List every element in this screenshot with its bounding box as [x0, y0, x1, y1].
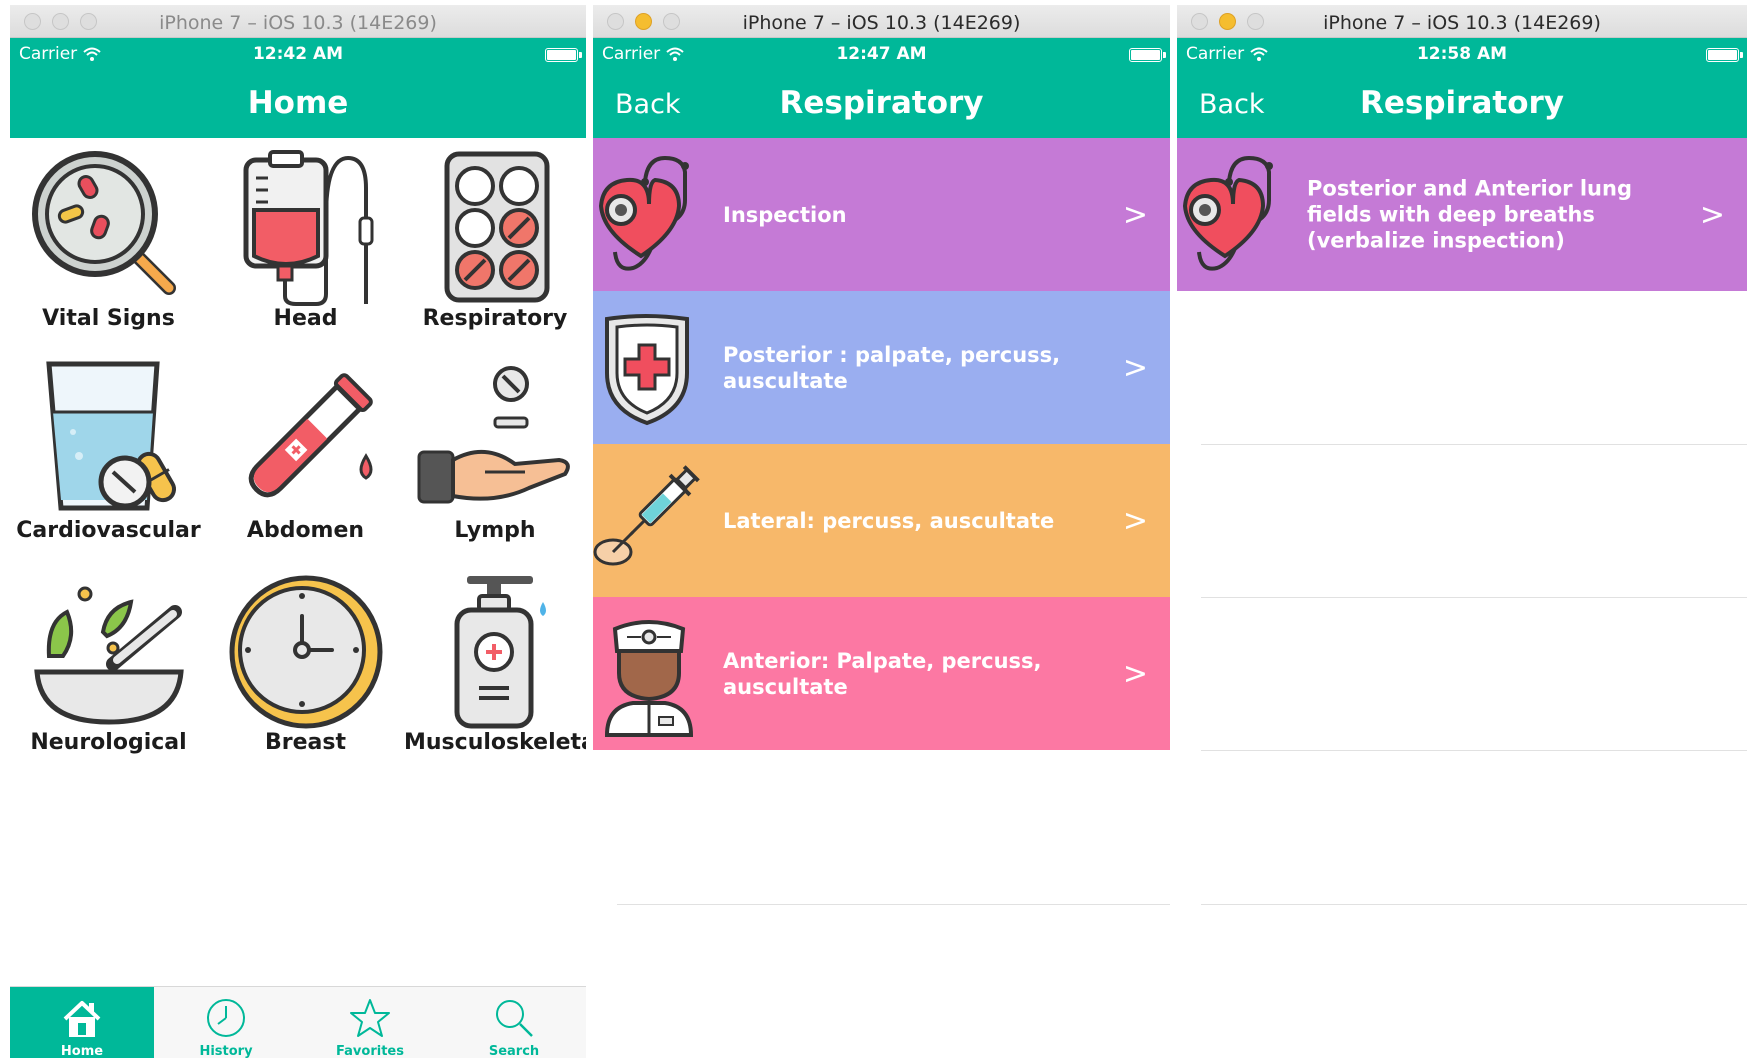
mortar-pestle-icon — [33, 586, 184, 725]
grid-item-musculoskeletal[interactable]: Musculoskeletal — [404, 562, 586, 774]
water-glass-icon — [45, 361, 176, 511]
grid-item-label: Neurological — [30, 730, 187, 755]
window-titlebar: iPhone 7 – iOS 10.3 (14E269) — [1177, 5, 1747, 38]
list-row-anterior[interactable]: Anterior: Palpate, percuss, auscultate > — [593, 597, 1170, 750]
grid-item-label: Breast — [265, 730, 346, 755]
list-row-label: Inspection — [723, 202, 847, 227]
simulator-window-respiratory-list: iPhone 7 – iOS 10.3 (14E269) Carrier 12:… — [593, 0, 1170, 1058]
tab-label: Search — [488, 1044, 540, 1058]
tab-search[interactable]: Search — [442, 987, 586, 1058]
syringe-icon — [593, 465, 700, 566]
status-time: 12:58 AM — [1416, 44, 1508, 64]
row-separator — [1201, 750, 1747, 751]
grid-item-neurological[interactable]: Neurological — [10, 562, 207, 774]
grid-item-breast[interactable]: Breast — [207, 562, 404, 774]
grid-item-label: Respiratory — [422, 306, 568, 331]
grid-item-label: Lymph — [454, 518, 536, 543]
window-title: iPhone 7 – iOS 10.3 (14E269) — [1323, 12, 1601, 34]
chevron-right-icon: > — [1122, 656, 1148, 691]
magnifier-icon — [31, 151, 176, 295]
row-separator — [617, 904, 1170, 905]
screenshot-stage: iPhone 7 – iOS 10.3 (14E269) Carrier 12:… — [0, 0, 1747, 1058]
grid-item-vital-signs[interactable]: Vital Signs — [10, 138, 207, 350]
battery-icon — [1706, 48, 1743, 62]
list-row-label: Anterior: Palpate, percuss, auscultate — [723, 648, 1042, 699]
topic-list: Inspection > Posterior : palpate, percus… — [593, 138, 1170, 905]
nav-title: Respiratory — [779, 85, 984, 121]
grid-item-label: Musculoskeletal — [404, 730, 586, 755]
grid-item-cardiovascular[interactable]: Cardiovascular — [10, 350, 207, 562]
battery-icon — [1129, 48, 1166, 62]
nav-title: Home — [247, 85, 349, 121]
grid-item-label: Cardiovascular — [16, 518, 201, 543]
status-time: 12:47 AM — [836, 44, 927, 64]
home-icon — [63, 1001, 101, 1037]
list-row-label: Posterior : palpate, percuss, auscultate — [723, 342, 1061, 393]
list-row-label: Posterior and Anterior lung fields with … — [1307, 176, 1632, 253]
status-time: 12:42 AM — [252, 44, 344, 64]
status-bar: Carrier 12:47 AM — [593, 38, 1170, 71]
chevron-right-icon: > — [1122, 503, 1148, 538]
clock-icon — [229, 575, 382, 729]
battery-icon — [545, 48, 582, 62]
grid-item-head[interactable]: Head — [207, 138, 404, 350]
iv-bag-icon — [243, 150, 373, 306]
navigation-bar: Back Respiratory — [593, 71, 1170, 138]
tab-history[interactable]: History — [154, 987, 298, 1058]
chevron-right-icon: > — [1699, 197, 1725, 232]
chevron-right-icon: > — [1122, 350, 1148, 385]
list-row-label: Lateral: percuss, auscultate — [723, 508, 1055, 533]
hand-pill-icon — [417, 366, 570, 504]
tab-label: Home — [60, 1044, 104, 1058]
window-titlebar: iPhone 7 – iOS 10.3 (14E269) — [10, 5, 586, 38]
simulator-window-home: iPhone 7 – iOS 10.3 (14E269) Carrier 12:… — [10, 0, 586, 1058]
grid-item-lymph[interactable]: Lymph — [404, 350, 586, 562]
pill-pack-icon — [444, 151, 550, 303]
grid-item-label: Vital Signs — [42, 306, 175, 331]
list-row-lung-fields[interactable]: Posterior and Anterior lung fields with … — [1177, 138, 1747, 291]
grid-item-abdomen[interactable]: Abdomen — [207, 350, 404, 562]
row-separator — [1201, 904, 1747, 905]
heart-stethoscope-icon — [1182, 155, 1273, 271]
search-icon — [496, 1000, 533, 1037]
dispenser-bottle-icon — [454, 576, 546, 729]
heart-stethoscope-icon — [598, 155, 689, 271]
window-title: iPhone 7 – iOS 10.3 (14E269) — [159, 12, 437, 34]
clock-icon — [207, 999, 245, 1037]
tab-bar: Home History Favorites Search — [10, 986, 586, 1058]
grid-item-label: Abdomen — [246, 518, 365, 543]
navigation-bar: Back Respiratory — [1177, 71, 1747, 138]
status-bar: Carrier 12:42 AM — [10, 38, 586, 71]
grid-item-respiratory[interactable]: Respiratory — [404, 138, 586, 350]
chevron-right-icon: > — [1122, 197, 1148, 232]
row-separator — [1201, 444, 1747, 445]
test-tube-icon — [248, 373, 373, 498]
category-grid: Vital Signs Head Respiratory Cardiovascu… — [10, 138, 586, 774]
grid-item-label: Head — [273, 306, 338, 331]
tab-favorites[interactable]: Favorites — [298, 987, 442, 1058]
topic-list: Posterior and Anterior lung fields with … — [1177, 138, 1747, 905]
nav-title: Respiratory — [1360, 85, 1564, 121]
doctor-icon — [604, 620, 694, 737]
tab-label: Favorites — [336, 1044, 404, 1058]
row-separator — [1201, 597, 1747, 598]
tab-label: History — [199, 1044, 253, 1058]
star-icon — [350, 999, 390, 1037]
list-row-posterior[interactable]: Posterior : palpate, percuss, auscultate… — [593, 291, 1170, 444]
status-bar: Carrier 12:58 AM — [1177, 38, 1747, 71]
simulator-window-respiratory-detail: iPhone 7 – iOS 10.3 (14E269) Carrier 12:… — [1177, 0, 1747, 1058]
tab-home[interactable]: Home — [10, 987, 154, 1058]
list-row-lateral[interactable]: Lateral: percuss, auscultate > — [593, 444, 1170, 597]
list-row-inspection[interactable]: Inspection > — [593, 138, 1170, 291]
window-title: iPhone 7 – iOS 10.3 (14E269) — [742, 12, 1021, 34]
window-titlebar: iPhone 7 – iOS 10.3 (14E269) — [593, 5, 1170, 38]
navigation-bar: Home — [10, 71, 586, 138]
shield-cross-icon — [605, 314, 689, 426]
